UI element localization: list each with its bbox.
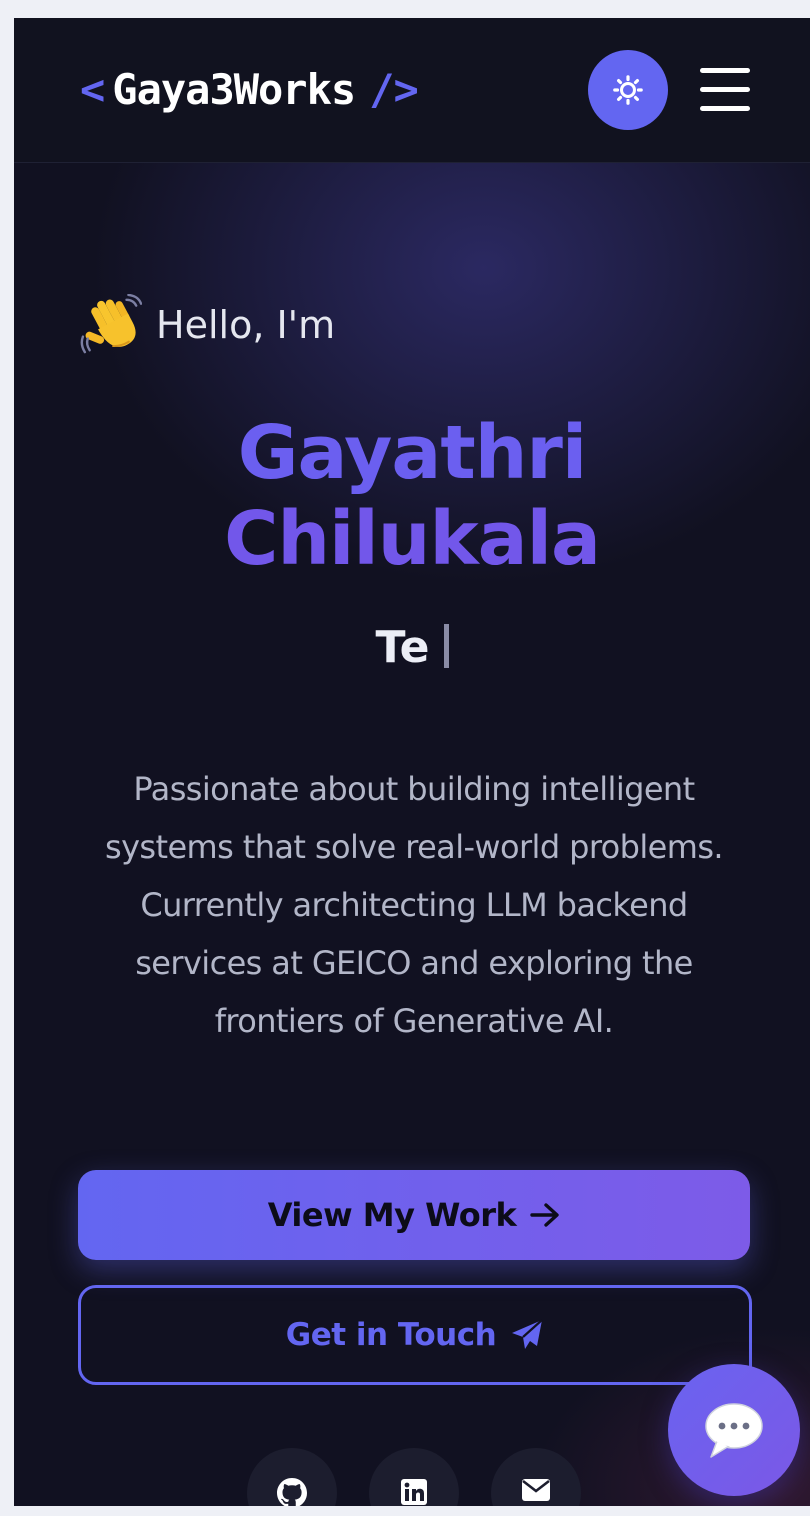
typing-role: Te <box>14 622 810 686</box>
menu-bar <box>700 106 750 111</box>
site-logo[interactable]: < Gaya3Works /> <box>80 64 419 114</box>
github-icon <box>277 1478 307 1506</box>
speech-bubble-icon <box>705 1403 763 1458</box>
greeting-text: Hello, I'm <box>156 303 336 347</box>
greeting: Hello, I'm <box>80 290 335 360</box>
page-frame: < Gaya3Works /> Hello, I'm Gayathri Chil… <box>14 18 810 1506</box>
view-my-work-button[interactable]: View My Work <box>78 1170 750 1260</box>
hero-description: Passionate about building intelligent sy… <box>105 770 724 1040</box>
email-link[interactable] <box>491 1448 581 1506</box>
hamburger-menu-icon[interactable] <box>700 68 750 112</box>
github-link[interactable] <box>247 1448 337 1506</box>
linkedin-link[interactable] <box>369 1448 459 1506</box>
menu-bar <box>700 87 750 92</box>
chat-button[interactable] <box>668 1364 800 1496</box>
logo-name: Gaya3Works <box>112 64 356 114</box>
logo-close-bracket: /> <box>369 64 419 114</box>
get-in-touch-button[interactable]: Get in Touch <box>78 1285 752 1385</box>
waving-hand-icon <box>80 294 142 354</box>
name-last: Chilukala <box>224 496 601 582</box>
get-in-touch-label: Get in Touch <box>285 1317 497 1353</box>
typing-cursor <box>443 624 449 668</box>
navbar: < Gaya3Works /> <box>14 18 810 163</box>
paper-plane-icon <box>512 1319 543 1349</box>
linkedin-icon <box>401 1479 427 1505</box>
menu-bar <box>700 68 750 73</box>
typing-text: Te <box>375 622 430 673</box>
arrow-right-icon <box>530 1203 560 1227</box>
theme-toggle-button[interactable] <box>588 50 668 130</box>
envelope-icon <box>522 1479 550 1501</box>
name-first: Gayathri <box>237 410 588 496</box>
sun-icon <box>613 75 643 105</box>
logo-open-bracket: < <box>80 64 105 114</box>
hero-name: Gayathri Chilukala <box>14 410 810 582</box>
view-my-work-label: View My Work <box>267 1196 517 1234</box>
